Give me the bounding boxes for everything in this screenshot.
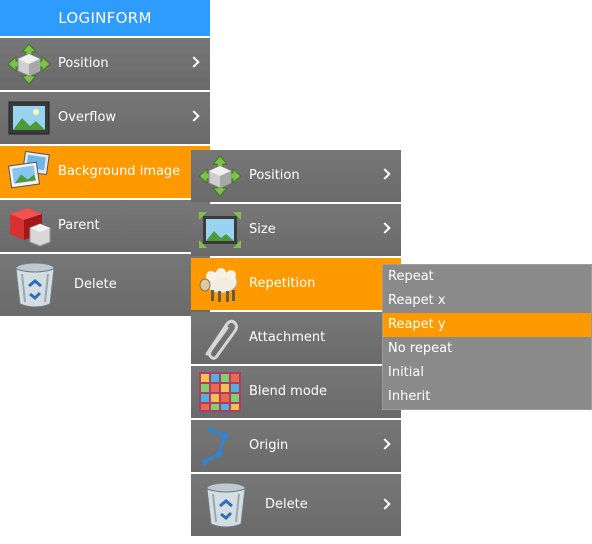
recycle-bin-icon	[10, 260, 60, 310]
menu-item-delete[interactable]: Delete	[0, 254, 210, 316]
chevron-right-icon	[379, 222, 391, 234]
menu-item-position[interactable]: Position	[0, 38, 210, 90]
menu-item-parent[interactable]: Parent	[0, 200, 210, 252]
chevron-right-icon	[379, 168, 391, 180]
color-grid-icon	[197, 370, 243, 414]
menu-item-background-image[interactable]: Background image	[0, 146, 210, 198]
main-context-menu: LOGINFORM Position Overflow Background i…	[0, 0, 210, 316]
move-arrows-icon	[197, 154, 243, 198]
menu-header: LOGINFORM	[0, 0, 210, 36]
menu-item-label: Position	[249, 168, 300, 183]
chevron-right-icon	[379, 498, 391, 510]
recycle-bin-icon	[201, 480, 251, 530]
menu-item-label: Blend mode	[249, 384, 328, 399]
menu-item-label: Background image	[58, 164, 181, 179]
submenu-item-size[interactable]: Size	[191, 204, 401, 256]
menu-item-label: Repetition	[249, 276, 316, 291]
menu-item-label: Attachment	[249, 330, 326, 345]
submenu-item-blend-mode[interactable]: Blend mode	[191, 366, 401, 418]
background-image-submenu: Position Size Repetition Attachment Blen…	[191, 150, 401, 536]
option-inherit[interactable]: Inherit	[383, 385, 591, 409]
menu-item-label: Delete	[74, 277, 117, 292]
menu-item-label: Origin	[249, 438, 289, 453]
path-nodes-icon	[197, 424, 243, 468]
menu-item-label: Position	[58, 56, 109, 71]
sheep-icon	[197, 262, 243, 306]
option-repeat[interactable]: Repeat	[383, 265, 591, 289]
menu-item-label: Parent	[58, 218, 100, 233]
option-repeat-x[interactable]: Reapet x	[383, 289, 591, 313]
submenu-item-attachment[interactable]: Attachment	[191, 312, 401, 364]
submenu-item-origin[interactable]: Origin	[191, 420, 401, 472]
option-no-repeat[interactable]: No repeat	[383, 337, 591, 361]
chevron-right-icon	[188, 56, 200, 68]
chevron-right-icon	[188, 110, 200, 122]
move-arrows-icon	[6, 42, 52, 86]
resize-picture-icon	[197, 208, 243, 252]
option-repeat-y[interactable]: Reapet y	[383, 313, 591, 337]
menu-item-label: Size	[249, 222, 276, 237]
chevron-right-icon	[379, 438, 391, 450]
menu-item-label: Overflow	[58, 110, 117, 125]
image-stack-icon	[6, 150, 52, 194]
cubes-icon	[6, 204, 52, 248]
option-initial[interactable]: Initial	[383, 361, 591, 385]
submenu-item-delete[interactable]: Delete	[191, 474, 401, 536]
submenu-item-position[interactable]: Position	[191, 150, 401, 202]
menu-item-overflow[interactable]: Overflow	[0, 92, 210, 144]
paperclip-icon	[197, 316, 243, 360]
menu-item-label: Delete	[265, 497, 308, 512]
submenu-item-repetition[interactable]: Repetition	[191, 258, 401, 310]
picture-icon	[6, 96, 52, 140]
repetition-options-list: Repeat Reapet x Reapet y No repeat Initi…	[382, 264, 592, 410]
